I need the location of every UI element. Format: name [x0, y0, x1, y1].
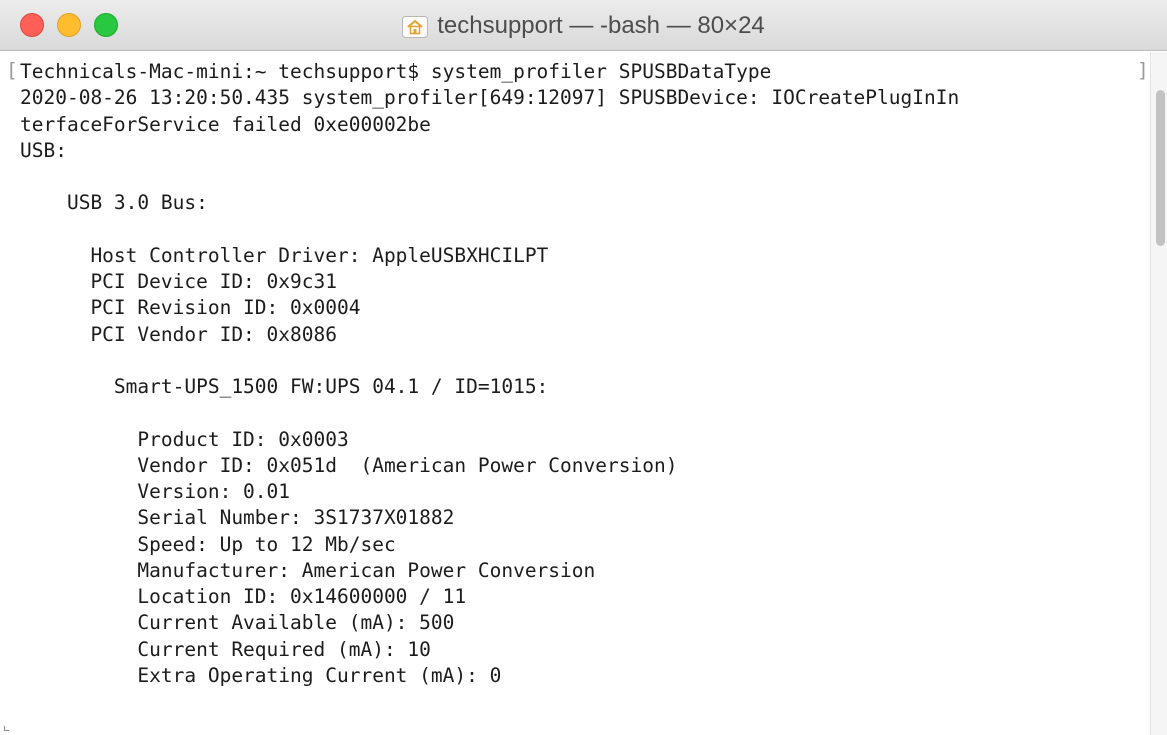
- window-title-container: techsupport — -bash — 80×24: [0, 0, 1167, 51]
- terminal-line: Vendor ID: 0x051d (American Power Conver…: [20, 453, 678, 477]
- terminal-line: Technicals-Mac-mini:~ techsupport$ syste…: [20, 60, 772, 83]
- terminal-line: Location ID: 0x14600000 / 11: [20, 585, 467, 608]
- terminal-window: techsupport — -bash — 80×24 Technicals-M…: [0, 0, 1167, 735]
- terminal-line: PCI Vendor ID: 0x8086: [20, 322, 337, 346]
- terminal-line: Extra Operating Current (mA): 0: [20, 663, 502, 687]
- terminal-line: Host Controller Driver: AppleUSBXHCILPT: [20, 243, 549, 267]
- vertical-scrollbar[interactable]: [1150, 52, 1167, 735]
- line-bracket-left: [: [6, 59, 18, 82]
- scrollbar-thumb[interactable]: [1156, 90, 1165, 246]
- terminal-line: Speed: Up to 12 Mb/sec: [20, 532, 396, 556]
- title-bar[interactable]: techsupport — -bash — 80×24: [0, 0, 1167, 51]
- terminal-line: Current Required (mA): 10: [20, 637, 431, 661]
- terminal-line: 2020-08-26 13:20:50.435 system_profiler[…: [20, 86, 960, 110]
- terminal-line: terfaceForService failed 0xe00002be: [20, 112, 431, 136]
- terminal-output[interactable]: Technicals-Mac-mini:~ techsupport$ syste…: [0, 52, 1150, 735]
- line-bracket-right: ]: [1137, 59, 1149, 82]
- home-icon: [402, 15, 429, 38]
- terminal-line: USB 3.0 Bus:: [20, 191, 208, 215]
- terminal-line: Product ID: 0x0003: [20, 427, 349, 451]
- terminal-line: Manufacturer: American Power Conversion: [20, 558, 596, 582]
- terminal-line: Serial Number: 3S1737X01882: [20, 506, 455, 530]
- terminal-line: PCI Revision ID: 0x0004: [20, 296, 361, 320]
- terminal-line: PCI Device ID: 0x9c31: [20, 270, 337, 293]
- corner-mark: [4, 726, 9, 731]
- window-title: techsupport — -bash — 80×24: [437, 11, 765, 39]
- terminal-line: Smart-UPS_1500 FW:UPS 04.1 / ID=1015:: [20, 375, 549, 398]
- terminal-line: Version: 0.01: [20, 480, 291, 503]
- terminal-line: Current Available (mA): 500: [20, 611, 455, 635]
- terminal-line: USB:: [20, 138, 67, 162]
